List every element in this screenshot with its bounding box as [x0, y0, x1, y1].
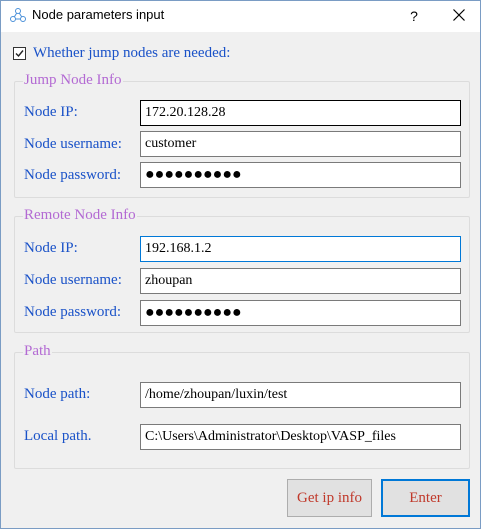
node-path-label: Node path: — [24, 386, 91, 402]
jump-ip-input[interactable]: 172.20.128.28 — [140, 100, 461, 126]
network-icon — [9, 7, 27, 25]
jump-password-input[interactable]: ●●●●●●●●●● — [140, 162, 461, 188]
title-bar[interactable]: Node parameters input ? — [1, 1, 480, 32]
remote-node-group-title: Remote Node Info — [23, 207, 137, 224]
jump-username-label: Node username: — [24, 136, 122, 152]
remote-ip-label: Node IP: — [24, 240, 78, 256]
enter-button[interactable]: Enter — [381, 479, 470, 517]
jump-ip-label: Node IP: — [24, 104, 78, 120]
path-group: Path — [14, 343, 470, 469]
window-title: Node parameters input — [32, 7, 165, 22]
remote-username-input[interactable]: zhoupan — [140, 268, 461, 294]
remote-password-input[interactable]: ●●●●●●●●●● — [140, 300, 461, 326]
local-path-input[interactable]: C:\Users\Administrator\Desktop\VASP_file… — [140, 424, 461, 450]
dialog-window: Node parameters input ? Whether jump nod… — [0, 0, 481, 529]
help-button[interactable]: ? — [399, 3, 429, 29]
local-path-label: Local path. — [24, 428, 92, 444]
get-ip-info-button[interactable]: Get ip info — [287, 479, 372, 517]
checkmark-icon — [15, 50, 24, 58]
remote-ip-input[interactable]: 192.168.1.2 — [140, 236, 461, 262]
node-path-input[interactable]: /home/zhoupan/luxin/test — [140, 382, 461, 408]
jump-nodes-label: Whether jump nodes are needed: — [33, 45, 231, 61]
path-group-title: Path — [23, 343, 52, 360]
jump-username-input[interactable]: customer — [140, 131, 461, 157]
remote-password-label: Node password: — [24, 304, 122, 320]
jump-password-label: Node password: — [24, 167, 122, 183]
jump-node-group-title: Jump Node Info — [23, 72, 123, 89]
close-button[interactable] — [444, 3, 474, 29]
jump-nodes-checkbox[interactable] — [13, 47, 26, 60]
close-icon — [453, 9, 465, 21]
remote-username-label: Node username: — [24, 272, 122, 288]
